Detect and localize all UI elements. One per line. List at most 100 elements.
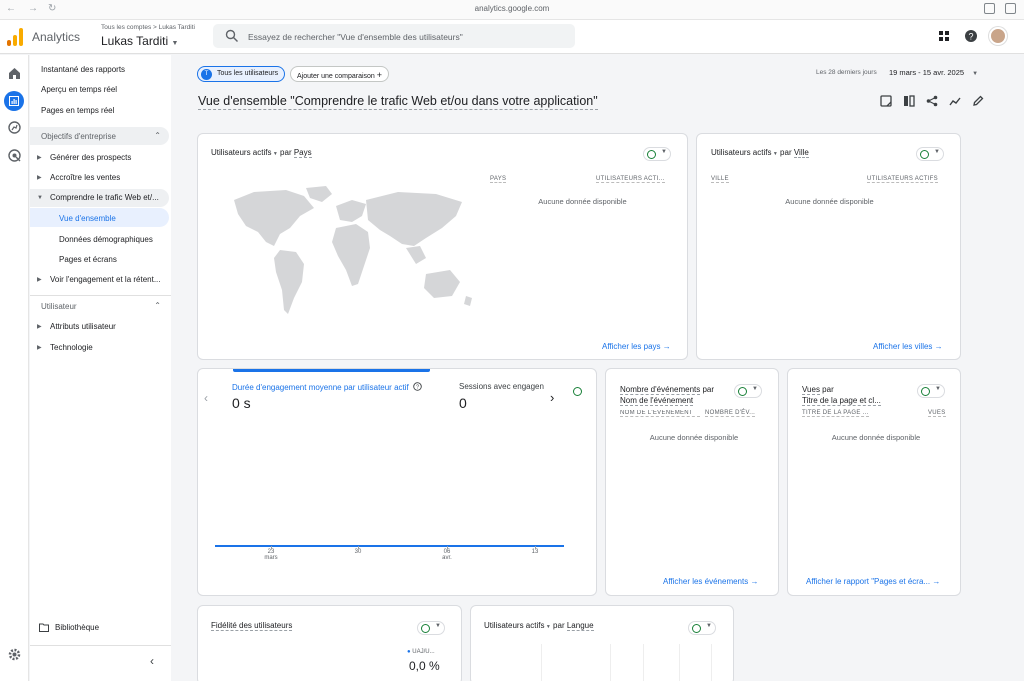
column-header-views[interactable]: VUES xyxy=(928,410,946,417)
arrow-right-icon: → xyxy=(750,577,759,586)
title-by: par xyxy=(280,148,292,157)
divider xyxy=(30,645,171,646)
notes-icon[interactable] xyxy=(880,95,892,107)
link-label: Afficher les pays xyxy=(602,342,661,351)
app-header: Analytics Tous les comptes > Lukas Tardi… xyxy=(0,20,1024,54)
sidebar-item-leads[interactable]: Générer des prospects xyxy=(50,153,131,162)
svg-text:?: ? xyxy=(968,32,973,42)
column-header-event-count[interactable]: NOMBRE D'ÉV... xyxy=(705,410,756,417)
chevron-up-icon[interactable]: ⌃ xyxy=(154,301,161,310)
explore-icon[interactable] xyxy=(7,120,22,135)
collapse-arrow-icon[interactable]: ▼ xyxy=(37,195,43,201)
chevron-up-icon[interactable]: ⌃ xyxy=(154,131,161,140)
card-title[interactable]: Utilisateurs actifs ▼ par Pays xyxy=(211,148,312,158)
chip-label: Ajouter une comparaison xyxy=(297,73,375,80)
collapse-sidebar-icon[interactable]: ‹ xyxy=(150,654,154,668)
view-pages-report-link[interactable]: Afficher le rapport "Pages et écra... → xyxy=(806,577,940,586)
metric-value: 0 xyxy=(459,395,467,411)
sidebar-item-sales[interactable]: Accroître les ventes xyxy=(50,173,120,182)
data-quality-check[interactable]: ▼ xyxy=(916,147,944,161)
reader-icon[interactable] xyxy=(984,3,995,14)
column-header-active-users[interactable]: UTILISATEURS ACTI... xyxy=(596,176,665,183)
column-header-city[interactable]: VILLE xyxy=(711,176,729,183)
card-title[interactable]: Nombre d'événements par Nom de l'événeme… xyxy=(620,384,714,406)
date-range-picker[interactable]: 19 mars - 15 avr. 2025 ▼ xyxy=(889,68,978,77)
view-countries-link[interactable]: Afficher les pays → xyxy=(602,342,671,351)
legend-item: ● UAJ/U... xyxy=(407,649,435,655)
x-tick-label: 30 xyxy=(354,549,362,555)
metric-tab-engaged-sessions[interactable]: Sessions avec engagen xyxy=(459,382,545,391)
view-cities-link[interactable]: Afficher les villes → xyxy=(873,342,943,351)
sidebar-toggle-icon[interactable] xyxy=(1005,3,1016,14)
sidebar-item-traffic[interactable]: Comprendre le trafic Web et/... xyxy=(50,193,159,202)
compare-icon[interactable] xyxy=(903,95,915,107)
dimension-name: Pays xyxy=(293,148,312,158)
check-circle-icon xyxy=(647,150,656,159)
search-bar[interactable]: Essayez de rechercher "Vue d'ensemble de… xyxy=(213,24,575,48)
dropdown-icon: ▼ xyxy=(171,40,179,47)
account-breadcrumb[interactable]: Tous les comptes > Lukas Tarditi xyxy=(101,24,195,31)
sidebar-item-realtime[interactable]: Aperçu en temps réel xyxy=(41,85,117,94)
account-selector[interactable]: Lukas Tarditi ▼ xyxy=(101,34,178,48)
data-quality-check[interactable] xyxy=(570,385,584,399)
expand-arrow-icon[interactable]: ▶ xyxy=(37,174,42,181)
expand-arrow-icon[interactable]: ▶ xyxy=(37,276,42,283)
home-icon[interactable] xyxy=(7,66,22,81)
column-header-page-title[interactable]: TITRE DE LA PAGE ... xyxy=(802,410,869,417)
card-title[interactable]: Vues par Titre de la page et cl... xyxy=(802,384,881,406)
settings-gear-icon[interactable] xyxy=(7,647,22,662)
title-by: par xyxy=(780,148,792,157)
share-icon[interactable] xyxy=(926,95,938,107)
edit-pencil-icon[interactable] xyxy=(972,95,984,107)
column-header-active-users[interactable]: UTILISATEURS ACTIFS xyxy=(867,176,938,183)
link-label: Afficher le rapport "Pages et écra... xyxy=(806,577,931,586)
section-user[interactable]: Utilisateur xyxy=(41,302,77,311)
gridline xyxy=(711,644,712,681)
sidebar-item-realtime-pages[interactable]: Pages en temps réel xyxy=(41,106,114,115)
sidebar-item-pages-screens[interactable]: Pages et écrans xyxy=(59,255,117,264)
chevron-right-icon[interactable]: › xyxy=(550,390,554,405)
metric-tab-engagement-time[interactable]: Durée d'engagement moyenne par utilisate… xyxy=(232,382,422,392)
column-header-country[interactable]: PAYS xyxy=(490,176,507,183)
data-quality-check[interactable]: ▼ xyxy=(643,147,671,161)
apps-grid-icon[interactable] xyxy=(937,29,951,43)
advertising-icon[interactable] xyxy=(7,148,22,163)
avatar[interactable] xyxy=(989,27,1007,45)
help-circle-icon[interactable]: ? xyxy=(413,382,422,391)
sidebar-item-demographics[interactable]: Données démographiques xyxy=(59,235,153,244)
card-title[interactable]: Utilisateurs actifs ▼ par Langue xyxy=(484,621,594,631)
data-quality-check[interactable]: ▼ xyxy=(917,384,945,398)
metric-name: Utilisateurs actifs xyxy=(211,148,272,157)
chevron-left-icon[interactable]: ‹ xyxy=(204,391,208,405)
data-quality-check[interactable]: ▼ xyxy=(417,621,445,635)
dropdown-icon: ▼ xyxy=(706,623,712,629)
data-quality-check[interactable]: ▼ xyxy=(734,384,762,398)
sidebar-item-technology[interactable]: Technologie xyxy=(50,343,93,352)
metric-name: Nombre d'événements xyxy=(620,385,701,395)
insights-icon[interactable] xyxy=(949,95,961,107)
all-users-chip[interactable]: T Tous les utilisateurs xyxy=(197,66,286,82)
data-quality-check[interactable]: ▼ xyxy=(688,621,716,635)
help-icon[interactable]: ? xyxy=(964,29,978,43)
line-chart-series xyxy=(215,545,564,547)
expand-arrow-icon[interactable]: ▶ xyxy=(37,154,42,161)
column-header-event-name[interactable]: NOM DE L'ÉVÉNEMENT xyxy=(620,410,700,417)
expand-arrow-icon[interactable]: ▶ xyxy=(37,344,42,351)
sidebar-item-library[interactable]: Bibliothèque xyxy=(55,623,99,632)
reports-rail-item[interactable] xyxy=(4,91,24,111)
card-title[interactable]: Fidélité des utilisateurs xyxy=(211,621,293,631)
title-by: par xyxy=(702,385,715,394)
add-comparison-button[interactable]: Ajouter une comparaison + xyxy=(290,66,390,82)
check-circle-icon xyxy=(421,624,430,633)
card-title[interactable]: Utilisateurs actifs ▼ par Ville xyxy=(711,148,809,158)
view-events-link[interactable]: Afficher les événements → xyxy=(663,577,758,586)
date-range: 19 mars - 15 avr. 2025 xyxy=(889,68,965,77)
expand-arrow-icon[interactable]: ▶ xyxy=(37,323,42,330)
x-tick-mark xyxy=(447,546,448,549)
sidebar-item-engagement[interactable]: Voir l'engagement et la rétent... xyxy=(50,275,160,284)
date-preset-label[interactable]: Les 28 derniers jours xyxy=(816,69,877,76)
url-bar[interactable]: analytics.google.com xyxy=(0,4,1024,13)
sidebar-item-snapshot[interactable]: Instantané des rapports xyxy=(41,65,125,74)
sidebar-item-user-attributes[interactable]: Attributs utilisateur xyxy=(50,322,116,331)
url-text: analytics.google.com xyxy=(474,4,550,13)
